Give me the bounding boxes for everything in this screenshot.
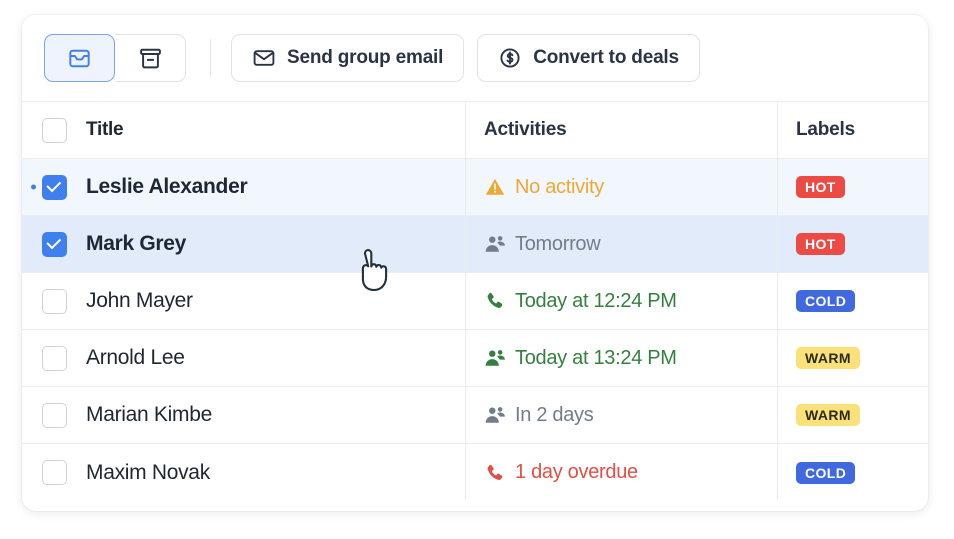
status-badge: COLD: [796, 462, 855, 484]
activity-text: 1 day overdue: [515, 461, 638, 484]
archive-icon: [138, 46, 163, 71]
phone-call-icon: [484, 290, 506, 312]
contact-name: John Mayer: [86, 289, 193, 313]
activity-text: In 2 days: [515, 404, 593, 427]
cell-labels: WARM: [777, 387, 928, 443]
cell-title: Arnold Lee: [22, 330, 465, 386]
cell-activities: Today at 13:24 PM: [465, 330, 777, 386]
convert-to-deals-label: Convert to deals: [533, 47, 679, 69]
archive-view-button[interactable]: [115, 34, 186, 82]
header-label-title: Title: [86, 119, 123, 141]
cell-labels: HOT: [777, 216, 928, 272]
row-checkbox[interactable]: [42, 403, 67, 428]
table-row[interactable]: Leslie Alexander No activity HOT: [22, 159, 928, 216]
header-label-activities: Activities: [484, 119, 566, 141]
cell-labels: HOT: [777, 159, 928, 215]
table-header-row: Title Activities Labels: [22, 102, 928, 159]
status-badge: WARM: [796, 404, 860, 426]
cell-title: John Mayer: [22, 273, 465, 329]
row-checkbox[interactable]: [42, 175, 67, 200]
phone-call-icon: [484, 462, 506, 484]
cell-labels: WARM: [777, 330, 928, 386]
view-toggle-group: [44, 34, 186, 82]
contact-name: Arnold Lee: [86, 346, 185, 370]
cell-activities: No activity: [465, 159, 777, 215]
activity-text: Today at 13:24 PM: [515, 347, 677, 370]
cell-title: Leslie Alexander: [22, 159, 465, 215]
toolbar-divider: [210, 39, 211, 77]
convert-to-deals-button[interactable]: Convert to deals: [477, 34, 700, 82]
cell-labels: COLD: [777, 444, 928, 501]
dollar-circle-icon: [498, 46, 522, 70]
cell-title: Marian Kimbe: [22, 387, 465, 443]
contacts-table: Title Activities Labels Leslie Alexander…: [22, 102, 928, 501]
table-row[interactable]: Marian Kimbe In 2 days WARM: [22, 387, 928, 444]
contact-name: Leslie Alexander: [86, 175, 247, 199]
envelope-icon: [252, 46, 276, 70]
table-row[interactable]: John Mayer Today at 12:24 PM COLD: [22, 273, 928, 330]
header-cell-title: Title: [22, 102, 465, 158]
table-row[interactable]: Mark Grey Tomorrow HOT: [22, 216, 928, 273]
row-checkbox[interactable]: [42, 460, 67, 485]
status-badge: HOT: [796, 233, 845, 255]
meeting-people-icon: [484, 404, 506, 426]
cell-activities: 1 day overdue: [465, 444, 777, 501]
activity-text: Today at 12:24 PM: [515, 290, 677, 313]
header-cell-activities: Activities: [465, 102, 777, 158]
contact-name: Maxim Novak: [86, 461, 210, 485]
cell-title: Maxim Novak: [22, 444, 465, 501]
send-group-email-label: Send group email: [287, 47, 443, 69]
status-badge: WARM: [796, 347, 860, 369]
header-label-labels: Labels: [796, 119, 855, 141]
contact-name: Marian Kimbe: [86, 403, 212, 427]
inbox-view-button[interactable]: [44, 34, 115, 82]
meeting-people-icon: [484, 347, 506, 369]
unread-dot: [31, 185, 36, 190]
select-all-checkbox[interactable]: [42, 118, 67, 143]
meeting-people-icon: [484, 233, 506, 255]
inbox-icon: [67, 46, 92, 71]
cell-activities: In 2 days: [465, 387, 777, 443]
activity-text: Tomorrow: [515, 233, 600, 256]
cell-activities: Tomorrow: [465, 216, 777, 272]
contact-name: Mark Grey: [86, 232, 186, 256]
cell-labels: COLD: [777, 273, 928, 329]
header-cell-labels: Labels: [777, 102, 928, 158]
toolbar: Send group email Convert to deals: [22, 15, 928, 102]
cell-title: Mark Grey: [22, 216, 465, 272]
row-checkbox[interactable]: [42, 289, 67, 314]
row-checkbox[interactable]: [42, 346, 67, 371]
warning-triangle-icon: [484, 176, 506, 198]
table-row[interactable]: Arnold Lee Today at 13:24 PM WARM: [22, 330, 928, 387]
activity-text: No activity: [515, 176, 604, 199]
status-badge: COLD: [796, 290, 855, 312]
send-group-email-button[interactable]: Send group email: [231, 34, 464, 82]
status-badge: HOT: [796, 176, 845, 198]
row-checkbox[interactable]: [42, 232, 67, 257]
contacts-card: Send group email Convert to deals Title …: [22, 15, 928, 511]
cell-activities: Today at 12:24 PM: [465, 273, 777, 329]
table-row[interactable]: Maxim Novak 1 day overdue COLD: [22, 444, 928, 501]
